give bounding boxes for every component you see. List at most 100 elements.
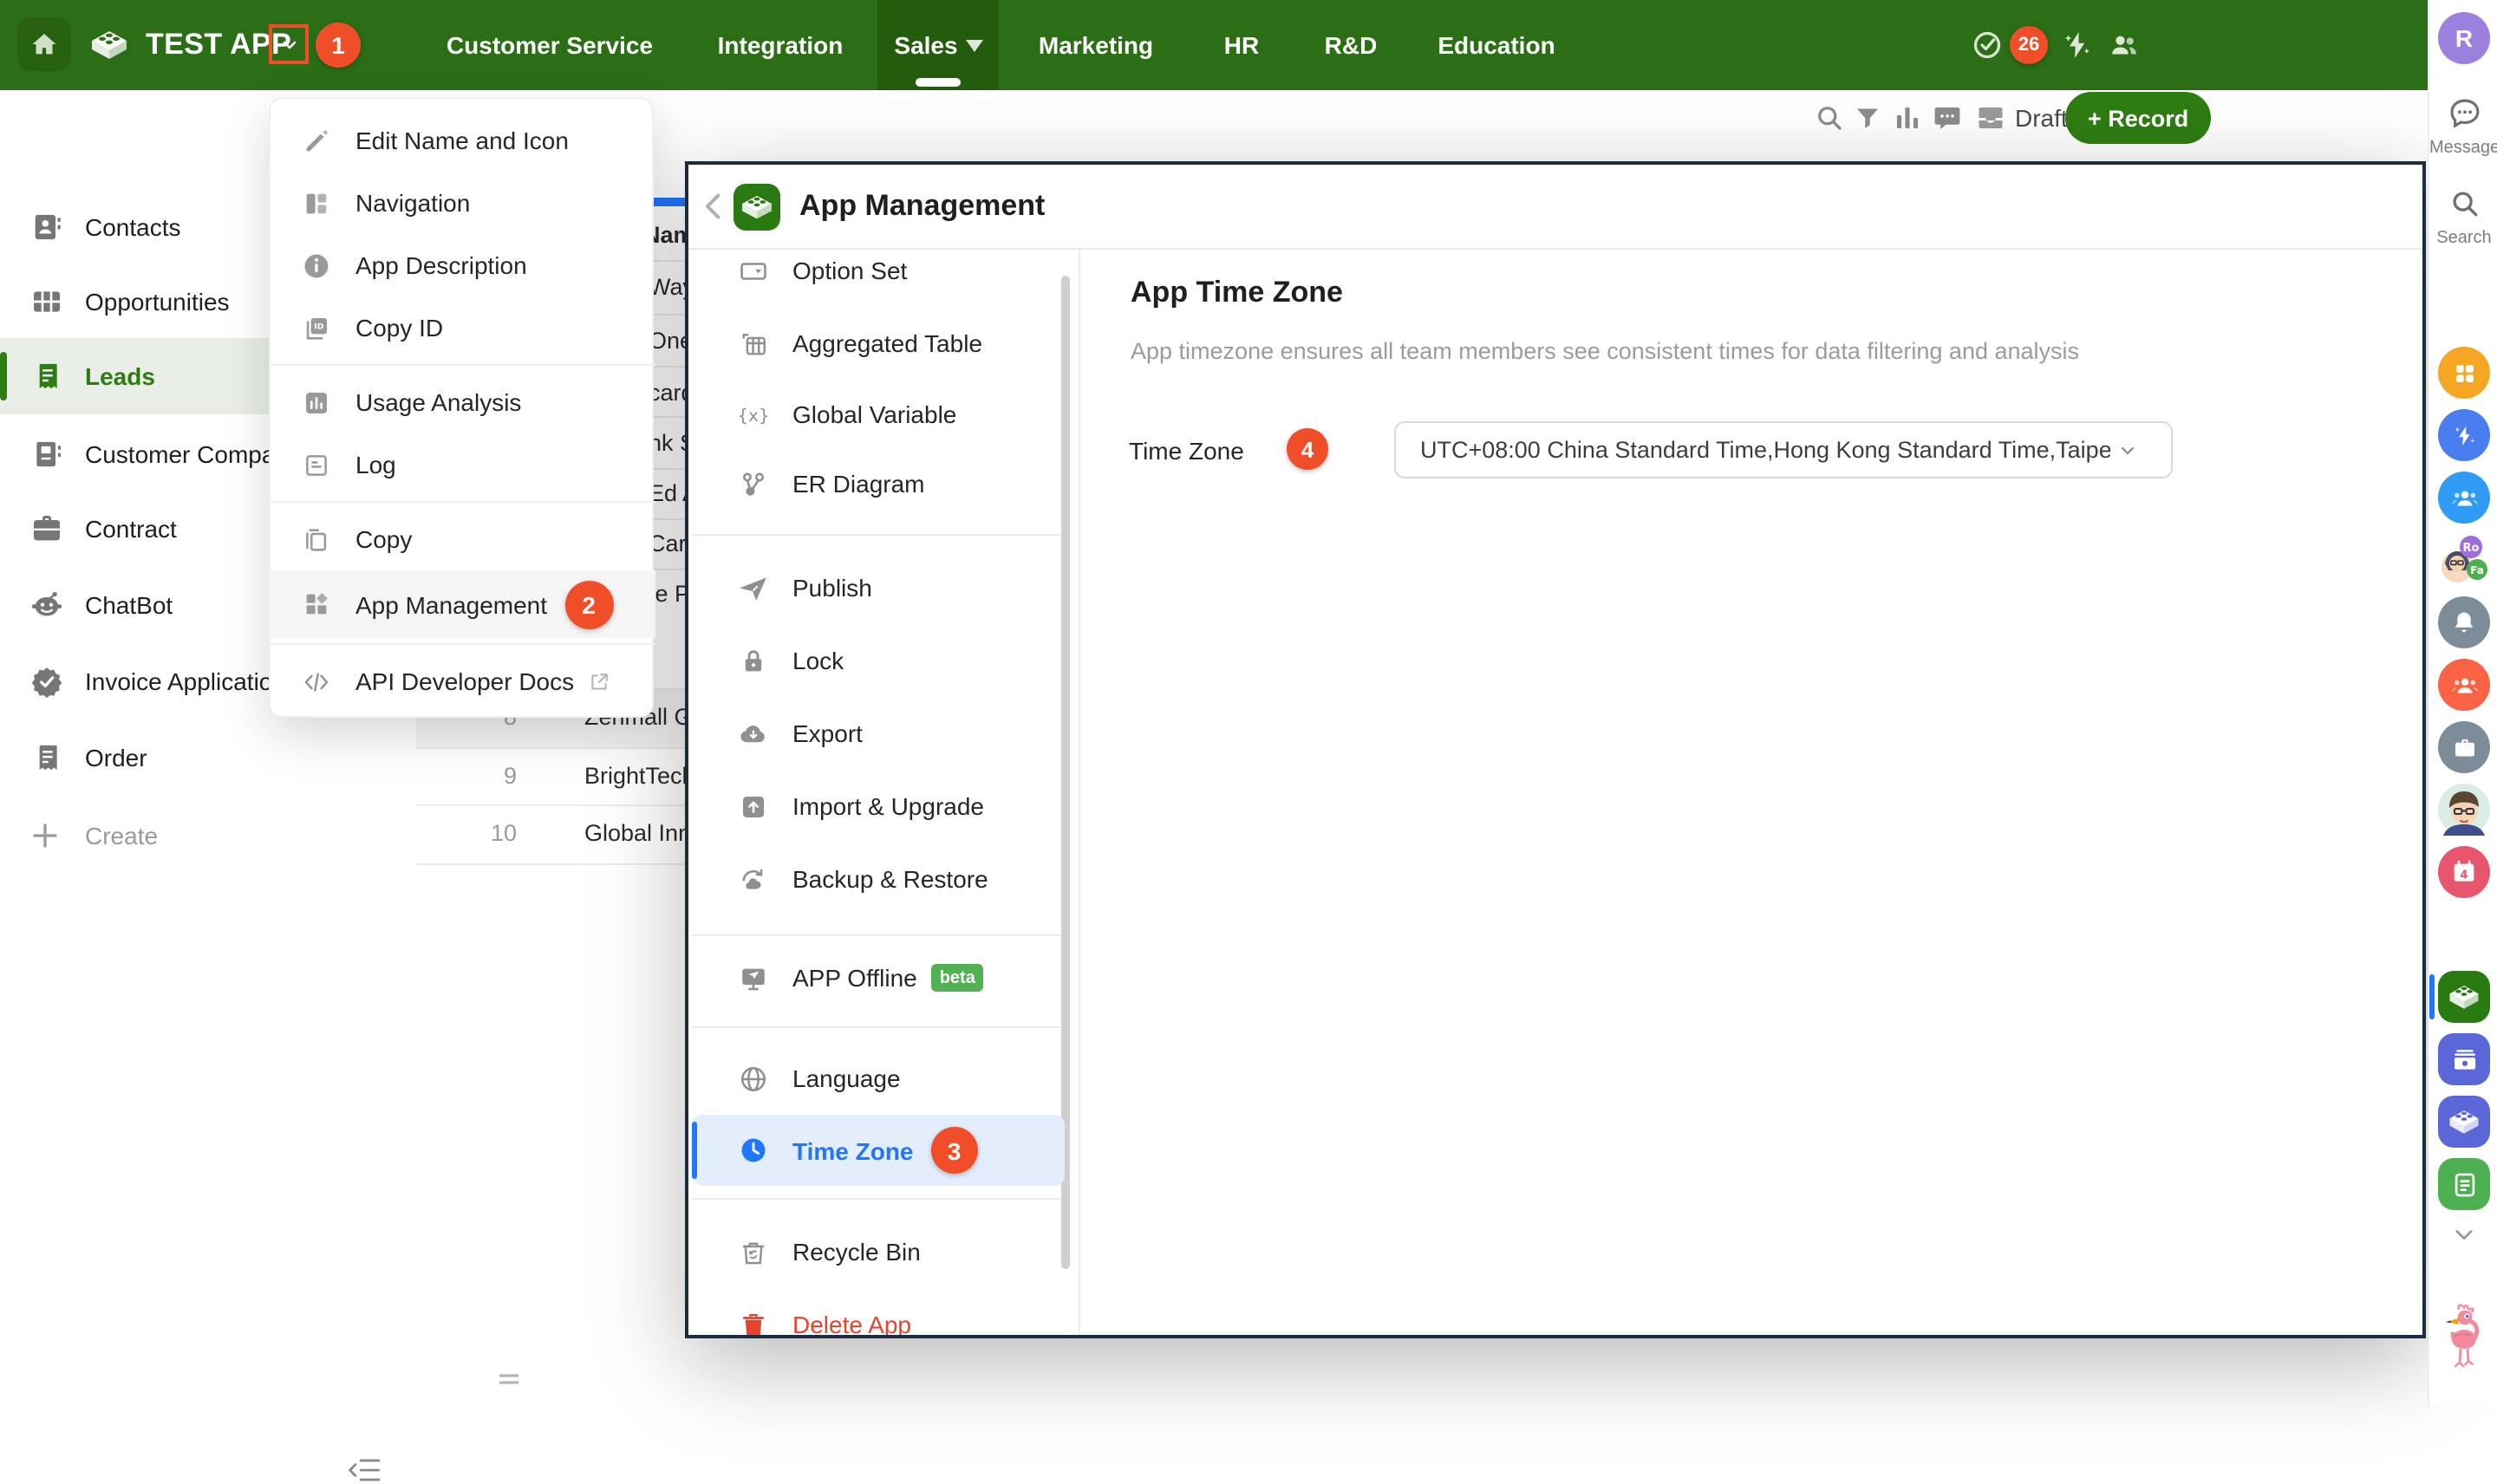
members-icon[interactable] (2109, 29, 2140, 61)
member-avatar[interactable] (2438, 784, 2490, 836)
publish-icon (739, 573, 768, 602)
spark-bolt-icon[interactable] (2062, 29, 2093, 61)
menu-item-app-description[interactable]: App Description (271, 234, 655, 296)
clock-icon (739, 1136, 768, 1165)
annotation-badge-3: 3 (931, 1127, 978, 1174)
code-icon (302, 667, 333, 696)
menu-item-log[interactable]: Log (271, 433, 655, 496)
annotation-badge-2: 2 (564, 580, 613, 628)
drafts-icon[interactable] (1975, 102, 2006, 133)
spark-bolt-icon[interactable] (2438, 409, 2490, 461)
sidebar-create-button[interactable]: Create (0, 797, 416, 874)
home-button[interactable] (17, 17, 71, 71)
menu-item-copy-id[interactable]: ID Copy ID (271, 296, 655, 359)
comment-icon[interactable] (1932, 102, 1963, 133)
menu-item-aggregated-table[interactable]: Aggregated Table (692, 312, 1065, 374)
team-blue-icon[interactable] (2438, 472, 2490, 524)
form-doc-icon[interactable] (2438, 1158, 2490, 1210)
search-icon[interactable] (1814, 102, 1845, 133)
record-button[interactable]: + Record (2065, 92, 2211, 144)
search-icon[interactable] (2448, 187, 2481, 220)
menu-item-er-diagram[interactable]: ER Diagram (692, 452, 1065, 515)
menu-item-navigation[interactable]: Navigation (271, 172, 655, 234)
calendar-icon[interactable]: 4 (2438, 846, 2490, 898)
chevron-down-icon (278, 34, 299, 55)
menu-item-backup-restore[interactable]: Backup & Restore (692, 848, 1065, 910)
active-indicator (692, 1122, 697, 1179)
menu-item-global-variable[interactable]: {x} Global Variable (692, 383, 1065, 446)
billing-icon[interactable] (2438, 1033, 2490, 1085)
annotation-badge-4: 4 (1287, 428, 1328, 470)
bg-row-number: 9 (468, 763, 517, 789)
companies-icon (29, 437, 64, 472)
tab-education[interactable]: Education (1438, 0, 1555, 90)
tab-hr[interactable]: HR (1224, 0, 1259, 90)
global-variable-icon: {x} (739, 400, 768, 429)
beta-badge: beta (931, 964, 984, 992)
svg-text:{x}: {x} (739, 405, 768, 425)
tab-marketing[interactable]: Marketing (1039, 0, 1153, 90)
menu-item-app-offline[interactable]: APP Offline beta (692, 947, 1065, 1009)
contact-bubbles-avatar[interactable]: RoFa (2438, 534, 2490, 586)
contacts-icon (29, 210, 64, 244)
menu-item-import-upgrade[interactable]: Import & Upgrade (692, 775, 1065, 837)
bubble-ro: Ro (2463, 542, 2480, 555)
cloud-download-icon (739, 719, 768, 748)
option-set-icon (739, 256, 768, 285)
app-offline-icon (739, 963, 768, 993)
menu-item-copy[interactable]: Copy (271, 508, 655, 570)
menu-item-option-set[interactable]: Option Set (692, 239, 1065, 302)
app-logo-icon (88, 24, 130, 66)
chart-icon[interactable] (1892, 102, 1923, 133)
todo-check-icon[interactable] (1972, 29, 2003, 61)
timezone-select[interactable]: UTC+08:00 China Standard Time,Hong Kong … (1394, 421, 2173, 478)
todo-count-badge: 26 (2010, 26, 2048, 64)
team-red-icon[interactable] (2438, 659, 2490, 711)
copy-icon (302, 524, 333, 554)
notification-bell-icon[interactable] (2438, 596, 2490, 648)
sidebar-item-order[interactable]: Order (0, 719, 416, 796)
app-lego-indigo-icon[interactable] (2438, 1096, 2490, 1148)
menu-item-publish[interactable]: Publish (692, 556, 1065, 619)
seal-check-icon (29, 664, 64, 699)
timezone-field-label: Time Zone (1129, 437, 1244, 465)
app-menu-trigger[interactable] (269, 24, 309, 64)
menu-item-export[interactable]: Export (692, 702, 1065, 765)
lock-icon (739, 646, 768, 675)
menu-item-edit-name-icon[interactable]: Edit Name and Icon (271, 109, 655, 172)
apps-grid-icon[interactable] (2438, 347, 2490, 399)
menu-item-language[interactable]: Language (692, 1047, 1065, 1110)
message-bubble-icon[interactable] (2447, 95, 2483, 132)
robot-icon (29, 588, 64, 622)
annotation-badge-1: 1 (316, 23, 361, 68)
opportunities-icon (29, 284, 64, 319)
backup-restore-icon (739, 864, 768, 894)
menu-item-api-docs[interactable]: API Developer Docs (271, 650, 655, 713)
menu-item-usage-analysis[interactable]: Usage Analysis (271, 371, 655, 433)
chevron-down-icon[interactable] (2450, 1222, 2478, 1246)
tab-integration[interactable]: Integration (718, 0, 844, 90)
bg-row-name: Global Inn (584, 820, 685, 846)
content-description: App timezone ensures all team members se… (1131, 338, 2079, 364)
briefcase-icon[interactable] (2438, 721, 2490, 773)
svg-text:ID: ID (314, 322, 323, 331)
flamingo-pet[interactable] (2436, 1302, 2492, 1371)
menu-item-delete-app[interactable]: Delete App (692, 1293, 1065, 1338)
tab-sales[interactable]: Sales (894, 0, 957, 90)
tab-customer-service[interactable]: Customer Service (447, 0, 653, 90)
menu-item-lock[interactable]: Lock (692, 629, 1065, 692)
avatar[interactable]: R (2438, 12, 2490, 64)
app-lego-green-icon[interactable] (2438, 971, 2490, 1023)
menu-item-app-management[interactable]: App Management 2 (271, 570, 655, 638)
tab-rd[interactable]: R&D (1325, 0, 1378, 90)
menu-item-time-zone[interactable]: Time Zone 3 (692, 1115, 1065, 1186)
timezone-select-value: UTC+08:00 China Standard Time,Hong Kong … (1420, 437, 2110, 463)
chevron-down-icon (2117, 439, 2138, 460)
filter-icon[interactable] (1852, 102, 1883, 133)
collapse-sidebar-icon[interactable] (349, 1456, 381, 1484)
back-chevron-icon[interactable] (704, 192, 723, 220)
menu-item-recycle-bin[interactable]: Recycle Bin (692, 1220, 1065, 1283)
layout-icon (302, 188, 333, 218)
calendar-day: 4 (2460, 869, 2468, 882)
bg-row-number: 10 (468, 820, 517, 846)
